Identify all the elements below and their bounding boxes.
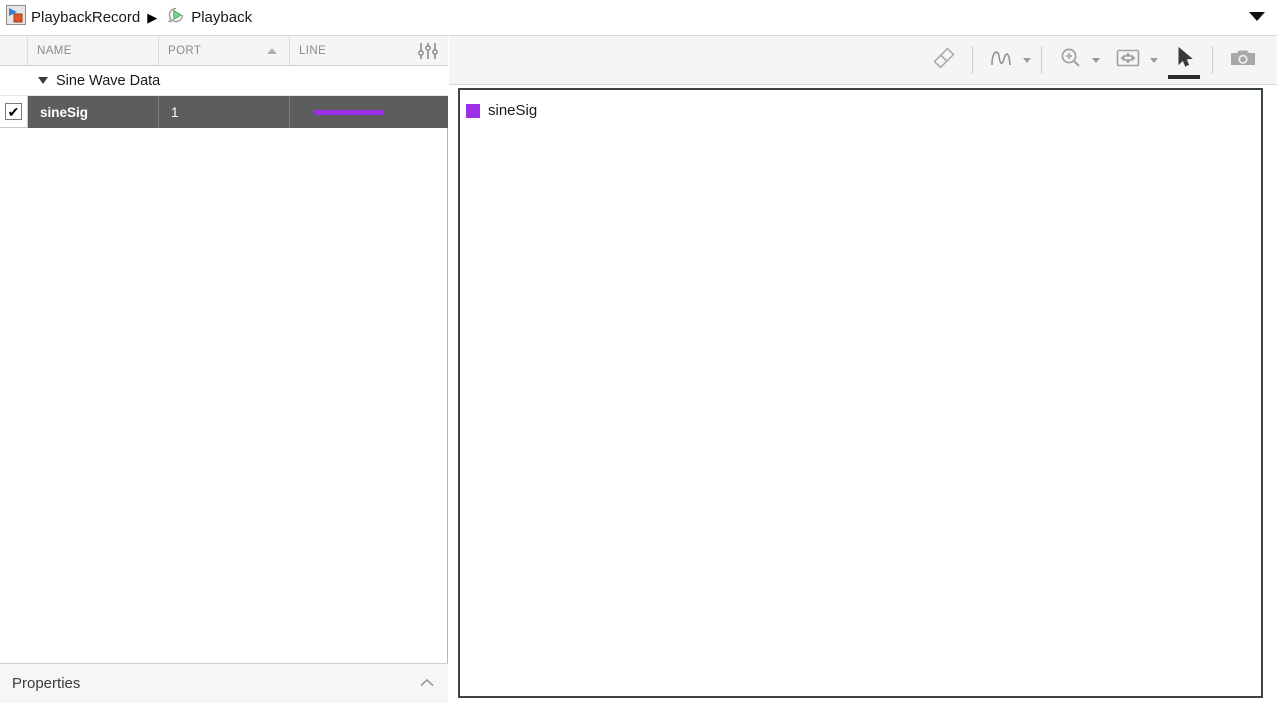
plot-frame: [458, 88, 1263, 698]
breadcrumb-label-playbackrecord: PlaybackRecord: [31, 9, 140, 26]
signal-list-panel: NAME PORT LINE: [0, 36, 448, 703]
toolbar-separator: [972, 46, 973, 74]
signal-visibility-checkbox[interactable]: ✔: [5, 103, 22, 120]
table-column-port-label: PORT: [168, 45, 201, 57]
breadcrumb-item-playback[interactable]: Playback: [164, 4, 254, 32]
table-row[interactable]: ✔ sineSig 1: [0, 96, 448, 128]
plot-panel: 0.90.60.30-0.3-0.6-0.9012345678910 sineS…: [449, 36, 1277, 703]
eraser-icon: [929, 45, 957, 76]
signal-style-button[interactable]: [979, 40, 1035, 80]
breadcrumb-item-playbackrecord[interactable]: PlaybackRecord: [0, 4, 142, 32]
table-column-name[interactable]: NAME: [28, 36, 159, 65]
chevron-down-icon[interactable]: [1150, 58, 1158, 63]
chart-legend[interactable]: sineSig: [462, 100, 543, 121]
chevron-down-icon[interactable]: [1092, 58, 1100, 63]
table-column-name-label: NAME: [37, 45, 72, 57]
legend-entry-label: sineSig: [488, 102, 537, 119]
table-column-check: [0, 36, 28, 65]
toolbar-separator: [1041, 46, 1042, 74]
playback-icon: [166, 5, 186, 30]
signal-group-label: Sine Wave Data: [56, 73, 160, 89]
legend-color-swatch: [466, 104, 480, 118]
chevron-down-icon[interactable]: [1023, 58, 1031, 63]
chart-plot-area[interactable]: 0.90.60.30-0.3-0.6-0.9012345678910 sineS…: [458, 88, 1263, 698]
properties-panel-header[interactable]: Properties: [0, 663, 448, 703]
row-signal-line[interactable]: [290, 96, 448, 128]
row-signal-port: 1: [159, 96, 290, 128]
snapshot-button[interactable]: [1219, 40, 1267, 80]
waveform-icon: [988, 45, 1016, 76]
breadcrumb-bar: PlaybackRecord ▶ Playback: [0, 0, 1277, 36]
zoom-in-icon: [1057, 45, 1085, 76]
signal-table-header: NAME PORT LINE: [0, 36, 448, 66]
breadcrumb-separator: ▶: [147, 10, 157, 26]
select-pointer-button[interactable]: [1162, 40, 1206, 80]
playback-record-icon: [6, 5, 26, 30]
table-column-port[interactable]: PORT: [159, 36, 290, 65]
camera-icon: [1228, 45, 1258, 76]
zoom-button[interactable]: [1048, 40, 1104, 80]
sort-ascending-icon: [267, 48, 277, 54]
sliders-icon[interactable]: [414, 39, 442, 63]
chevron-down-icon[interactable]: [1249, 12, 1265, 21]
erase-button[interactable]: [920, 40, 966, 80]
chevron-up-icon[interactable]: [418, 676, 436, 692]
plot-toolbar: [449, 36, 1277, 85]
breadcrumb-label-playback: Playback: [191, 9, 252, 26]
fit-to-view-icon: [1113, 45, 1143, 76]
row-signal-name: sineSig: [28, 96, 159, 128]
chevron-down-icon[interactable]: [38, 77, 48, 84]
table-column-line-label: LINE: [299, 45, 326, 57]
row-check-cell[interactable]: ✔: [0, 96, 28, 128]
table-column-line[interactable]: LINE: [290, 36, 448, 65]
signal-group-row[interactable]: Sine Wave Data: [0, 66, 448, 96]
properties-label: Properties: [12, 675, 418, 692]
line-color-swatch[interactable]: [314, 110, 384, 115]
cursor-arrow-icon: [1171, 45, 1197, 76]
fit-to-view-button[interactable]: [1104, 40, 1162, 80]
toolbar-separator: [1212, 46, 1213, 74]
